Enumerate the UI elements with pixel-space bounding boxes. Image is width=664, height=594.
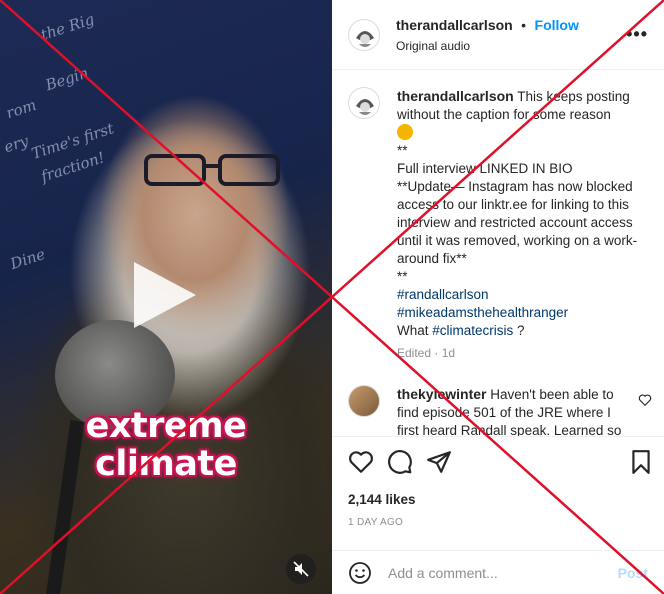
hashtag-link[interactable]: #climatecrisis xyxy=(432,323,513,338)
caption-line: What xyxy=(397,323,433,338)
video-player[interactable]: the Rig Begin rom ery Time's first fract… xyxy=(0,0,332,594)
caption-line: ** xyxy=(397,269,408,284)
comment-bubble-icon[interactable] xyxy=(387,449,413,475)
play-icon[interactable] xyxy=(134,262,196,328)
avatar[interactable] xyxy=(348,385,380,417)
post-header: therandallcarlson • Follow Original audi… xyxy=(332,0,664,70)
comment-input[interactable] xyxy=(388,563,608,583)
like-heart-icon[interactable] xyxy=(348,449,374,475)
bookmark-icon[interactable] xyxy=(628,449,654,475)
whiteboard-text: Dine xyxy=(8,244,48,274)
mute-button[interactable] xyxy=(286,554,316,584)
post-panel: therandallcarlson • Follow Original audi… xyxy=(332,0,664,594)
avatar[interactable] xyxy=(348,19,380,51)
follow-button[interactable]: Follow xyxy=(535,17,579,33)
profile-logo-icon xyxy=(350,21,379,50)
video-overlay-text: climate xyxy=(95,444,237,484)
action-bar: 2,144 likes 1 DAY AGO xyxy=(332,436,664,546)
profile-logo-icon xyxy=(350,89,379,118)
caption-line: ** xyxy=(397,143,408,158)
video-overlay-text: extreme xyxy=(85,406,247,446)
whiteboard-text: ery xyxy=(1,131,31,157)
share-send-icon[interactable] xyxy=(426,449,452,475)
post-button[interactable]: Post xyxy=(618,565,648,581)
whiteboard-text: the Rig xyxy=(38,9,97,45)
glasses-shape xyxy=(144,154,280,186)
post-caption: therandallcarlson This keeps posting wit… xyxy=(397,87,659,362)
comments-section[interactable]: therandallcarlson This keeps posting wit… xyxy=(332,71,664,436)
likes-count[interactable]: 2,144 likes xyxy=(348,492,416,507)
separator-dot: • xyxy=(521,17,527,33)
whiteboard-text: rom xyxy=(3,95,39,123)
speaker-muted-icon xyxy=(293,561,309,577)
author-username[interactable]: therandallcarlson xyxy=(396,17,513,33)
heart-icon[interactable] xyxy=(638,393,652,407)
caption-line: Full interview LINKED IN BIO xyxy=(397,161,573,176)
hashtag-link[interactable]: #randallcarlson xyxy=(397,287,489,302)
emoji-picker-icon[interactable] xyxy=(348,561,372,585)
post-date: 1 DAY AGO xyxy=(348,517,404,528)
caption-username[interactable]: therandallcarlson xyxy=(397,88,514,104)
thinking-face-emoji-icon xyxy=(397,124,413,140)
more-options-icon[interactable]: ••• xyxy=(626,24,648,45)
avatar[interactable] xyxy=(348,87,380,119)
caption-line: ? xyxy=(513,323,525,338)
caption-line: **Update— Instagram has now blocked acce… xyxy=(397,179,638,266)
audio-label[interactable]: Original audio xyxy=(396,39,470,53)
comment-username[interactable]: thekylewinter xyxy=(397,386,486,402)
comment-text: thekylewinter Haven't been able to find … xyxy=(397,385,632,436)
add-comment-bar: Post xyxy=(332,550,664,594)
whiteboard-text: Begin xyxy=(43,63,91,95)
hashtag-link[interactable]: #mikeadamsthehealthranger xyxy=(397,305,568,320)
caption-meta: Edited · 1d xyxy=(397,346,456,360)
